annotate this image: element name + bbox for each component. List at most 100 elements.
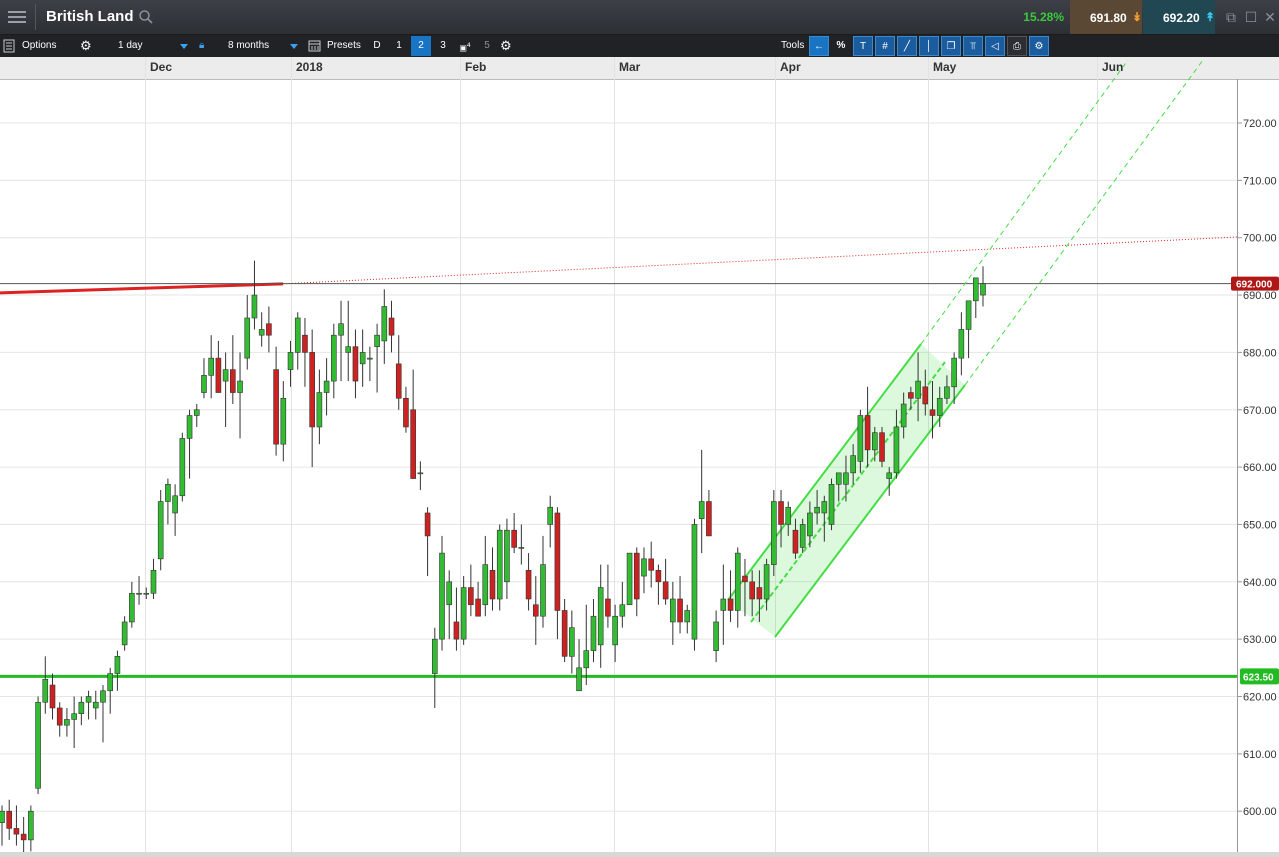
preset-button-d[interactable]: D (367, 36, 387, 56)
close-icon[interactable]: ✕ (1261, 8, 1279, 26)
range-dropdown[interactable]: 8 months (228, 38, 298, 54)
search-icon[interactable] (138, 9, 154, 25)
chart-toolbar: Options ⚙ 1 day 🔒︎ 8 months Presets D 1 … (0, 35, 1279, 58)
candle-body (900, 403, 907, 428)
preset-button-2[interactable]: 2 (411, 36, 431, 56)
candle-body (972, 277, 979, 302)
candle-body (561, 610, 568, 657)
maximize-icon[interactable]: ☐ (1242, 8, 1260, 26)
candle-body (864, 415, 871, 451)
preset-button-4[interactable]: ▣4 (455, 36, 475, 56)
chart-settings-icon[interactable]: ⚙ (1029, 36, 1049, 56)
calendar-icon[interactable] (308, 39, 321, 52)
candle-body (908, 392, 914, 399)
support-price-marker-label: 623.50 (1243, 672, 1274, 683)
candle-body (230, 369, 236, 393)
preset-button-1[interactable]: 1 (389, 36, 409, 56)
candle-body (641, 558, 647, 577)
candle-body (662, 581, 669, 600)
candle-body (316, 392, 323, 428)
chevron-down-icon (180, 44, 188, 49)
lock-icon[interactable]: 🔒︎ (199, 38, 204, 54)
candle-body (359, 352, 366, 365)
options-menu[interactable]: Options (22, 38, 56, 54)
candle-body (742, 575, 748, 583)
chart-canvas[interactable]: Dec 2018 Feb Mar Apr May Jun 600.00 610.00 620.0… (0, 57, 1279, 857)
preset-button-5[interactable]: 5 (477, 36, 497, 56)
candle-body (518, 547, 525, 549)
candle-body (193, 409, 200, 416)
hamburger-menu-icon[interactable] (6, 8, 28, 26)
candle-body (431, 638, 438, 674)
candle-body (13, 828, 20, 835)
lock-icon: ▣ (459, 43, 467, 53)
candle-body (821, 501, 828, 514)
candle-body (771, 501, 777, 565)
candle-type-icon[interactable]: │ (919, 36, 939, 56)
preset-4-label: 4 (466, 42, 471, 49)
preset-settings-gear-icon[interactable]: ⚙ (500, 38, 512, 54)
candle-body (670, 598, 676, 623)
candle-body (0, 810, 5, 823)
grid-icon[interactable]: # (875, 36, 895, 56)
price-tick-label: 700.00 (1243, 233, 1277, 245)
back-arrow-icon[interactable]: ← (809, 36, 829, 56)
document-icon[interactable] (3, 39, 15, 53)
price-tick-label: 600.00 (1243, 806, 1277, 818)
tools-label: Tools (781, 40, 805, 51)
trendline-tool-icon[interactable]: ╱ (897, 36, 917, 56)
candle-body (980, 283, 986, 296)
tag-icon[interactable]: ◁ (985, 36, 1005, 56)
price-chart[interactable]: Dec 2018 Feb Mar Apr May Jun 600.00 610.00 620.0… (0, 57, 1279, 857)
candle-body (172, 495, 178, 514)
print-icon[interactable]: ⎙ (1007, 36, 1027, 56)
text-tool-icon[interactable]: T (853, 36, 873, 56)
candle-body (42, 678, 49, 703)
candle-body (78, 701, 85, 715)
price-tick-label: 690.00 (1243, 290, 1277, 302)
candle-body (49, 684, 56, 709)
candle-body (799, 524, 806, 548)
title-bar: British Land 15.28% 691.80 ↡ 692.20 ↟ ⧉ … (0, 0, 1279, 35)
percent-button[interactable]: % (831, 36, 851, 56)
up-arrow-icon: ↟ (1205, 10, 1216, 24)
candle-body (208, 357, 214, 376)
candle-body (626, 552, 633, 606)
candle-body (294, 317, 301, 353)
candle-body (511, 529, 517, 548)
bottom-scrollbar[interactable] (0, 852, 1279, 857)
sell-price-button[interactable]: 691.80 ↡ (1070, 0, 1142, 34)
candle-body (258, 329, 265, 336)
buy-price-button[interactable]: 692.20 ↟ (1143, 0, 1215, 34)
windows-icon[interactable]: ❐ (941, 36, 961, 56)
candle-body (460, 587, 467, 640)
candle-body (684, 610, 691, 623)
candle-body (915, 380, 921, 399)
candle-body (597, 587, 604, 646)
settings-gear-icon[interactable]: ⚙ (80, 38, 92, 54)
candle-body (237, 380, 243, 393)
preset-button-3[interactable]: 3 (433, 36, 453, 56)
candle-body (706, 501, 712, 537)
indicators-icon[interactable]: ⫪ (963, 36, 983, 56)
candle-body (309, 352, 315, 428)
detach-icon[interactable]: ⧉ (1222, 8, 1240, 26)
candle-body (835, 472, 842, 485)
candle-body (749, 581, 755, 600)
interval-dropdown[interactable]: 1 day (118, 38, 188, 54)
candle-body (482, 564, 489, 606)
candle-body (28, 810, 34, 841)
candle-body (143, 592, 150, 595)
candle-body (244, 317, 251, 359)
candle-body (965, 300, 972, 330)
month-label: Jun (1102, 60, 1123, 74)
candle-body (778, 501, 784, 525)
candle-body (266, 323, 272, 336)
candle-body (410, 409, 416, 479)
candle-body (453, 621, 460, 640)
candle-body (179, 438, 186, 497)
candle-body (655, 570, 662, 583)
candle-body (381, 306, 388, 342)
candle-body (648, 558, 654, 571)
price-change-percent: 15.28% (1023, 10, 1064, 24)
